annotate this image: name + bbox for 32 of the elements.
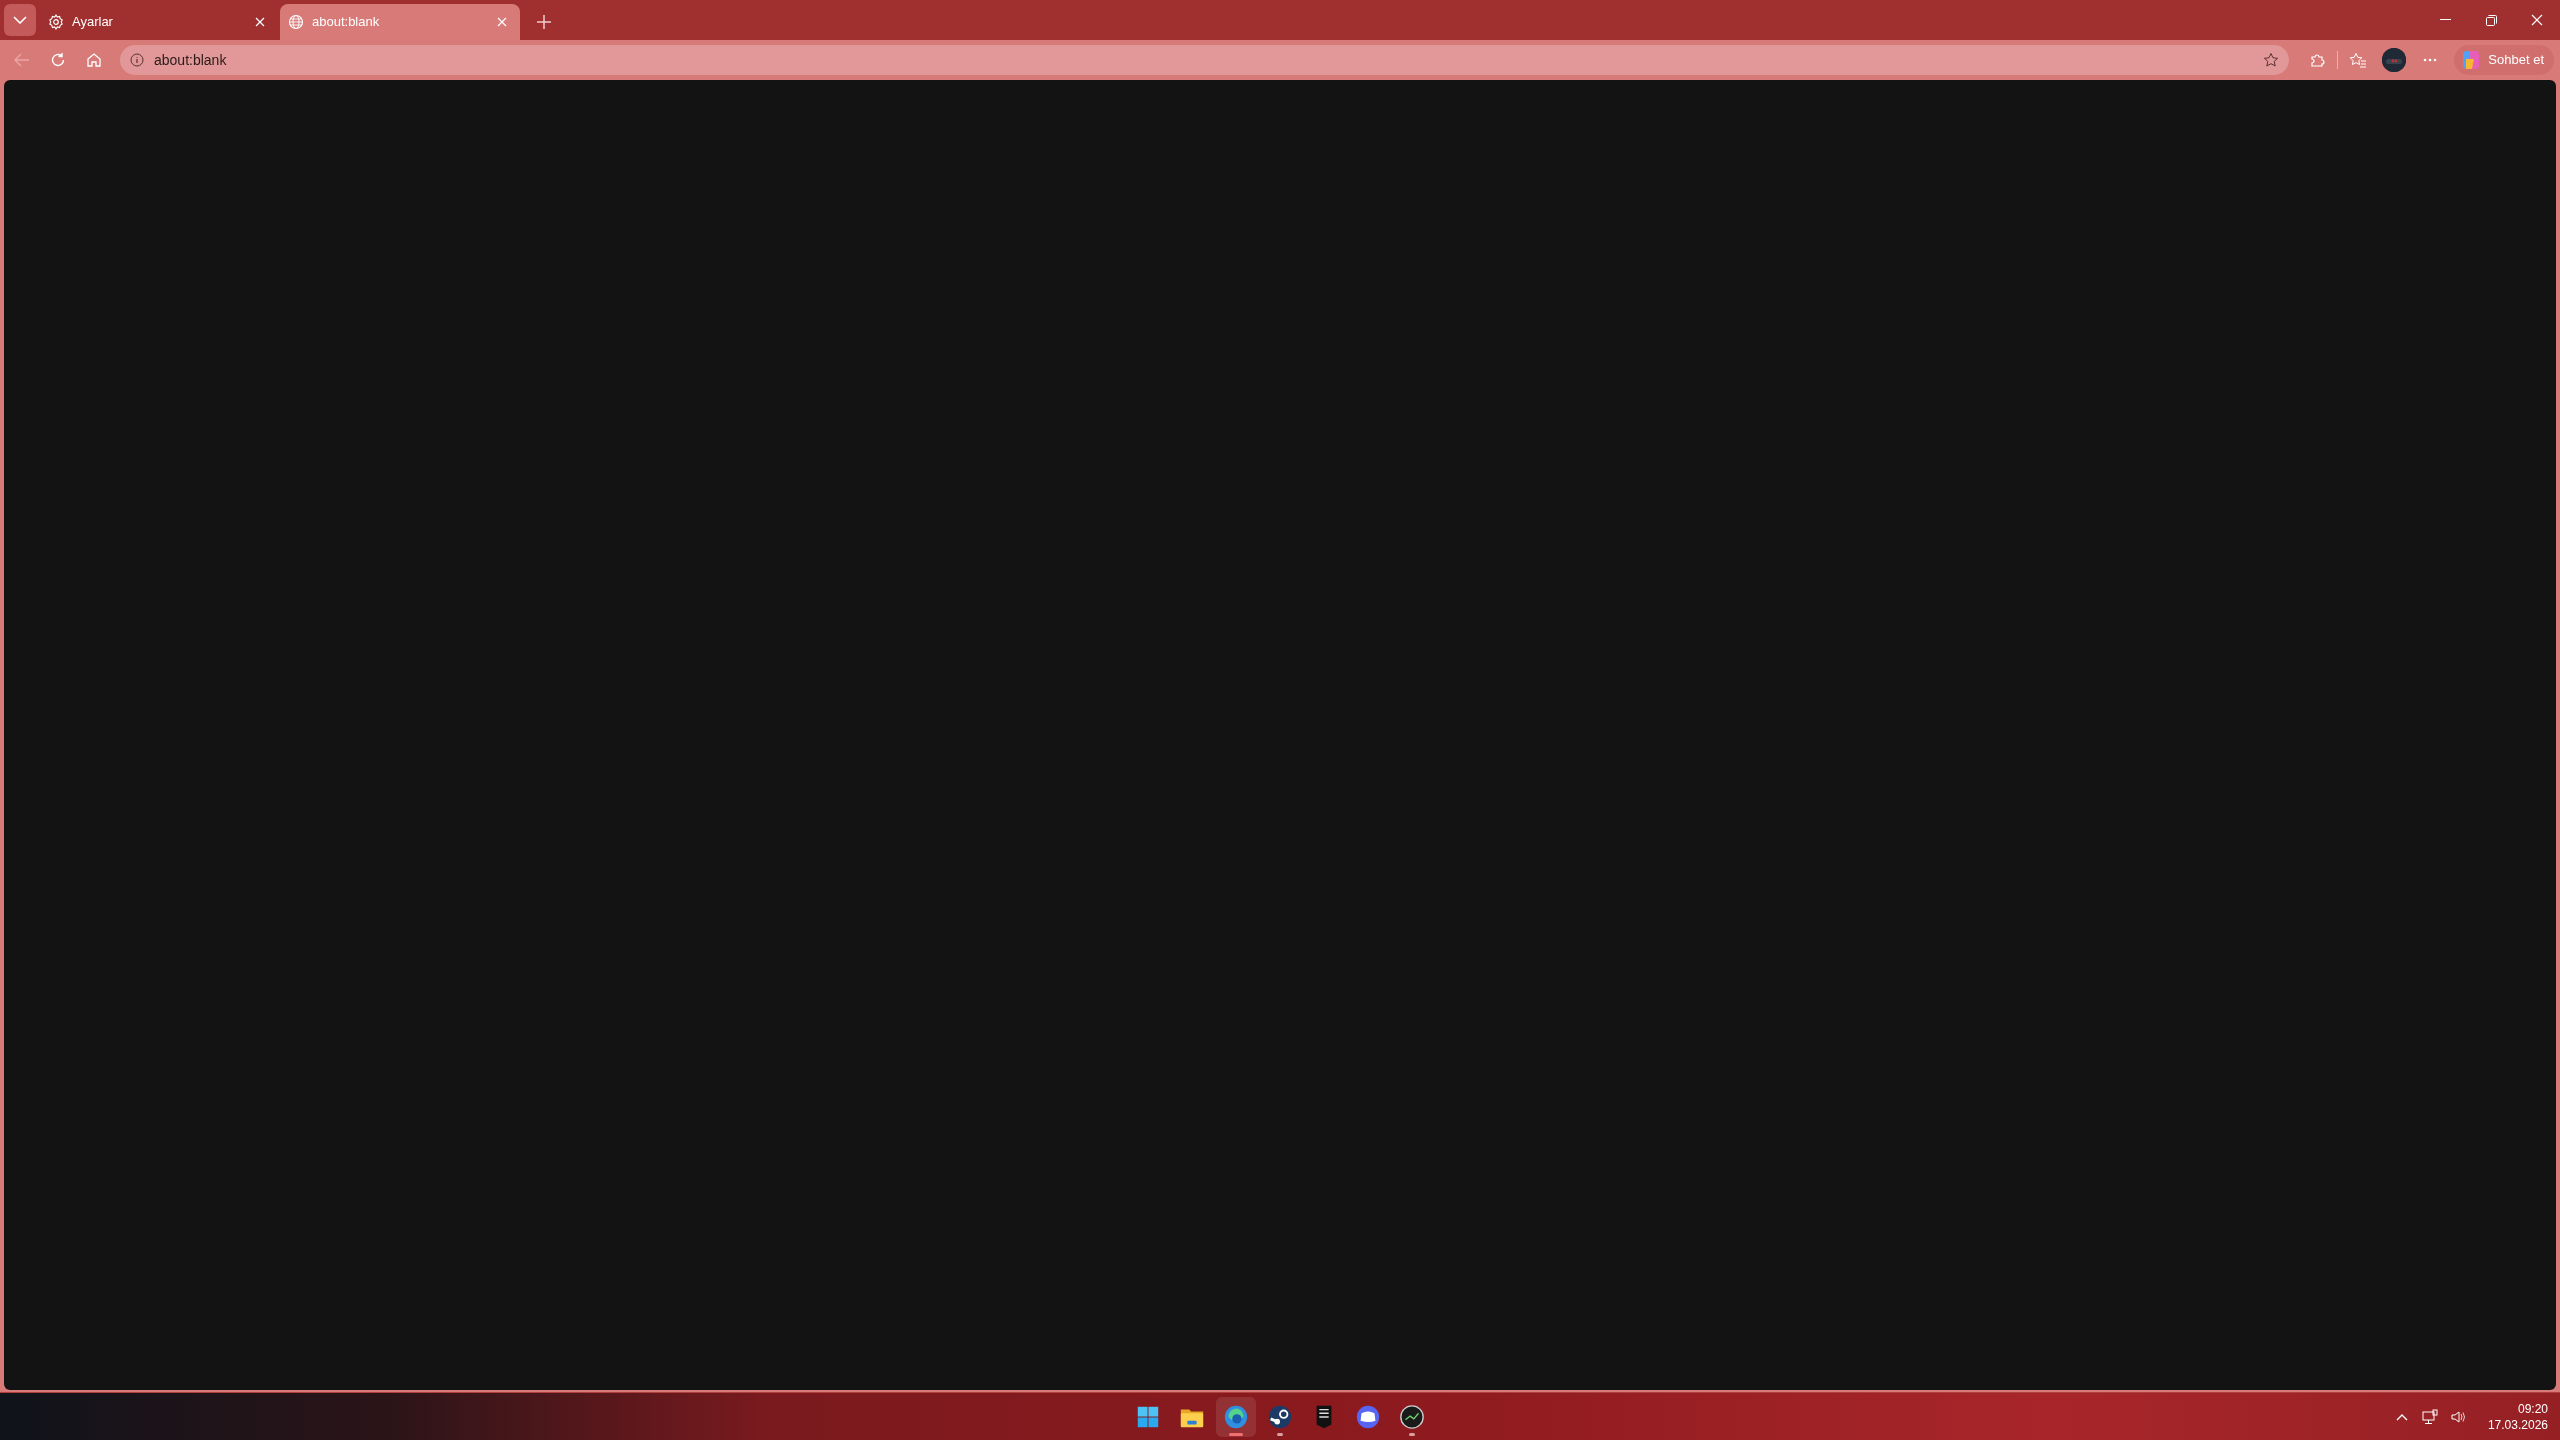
clock-button[interactable]: 09:20 17.03.2026 [2483,1401,2552,1433]
chevron-down-icon [13,16,27,24]
star-list-icon [2349,52,2368,68]
info-icon [130,53,144,67]
minimize-icon [2439,19,2451,21]
dark-circle-icon [1399,1404,1425,1430]
address-bar[interactable]: about:blank [120,45,2290,75]
chevron-up-icon [2395,1413,2408,1421]
tab-title: about:blank [312,13,381,32]
avatar-icon [2382,48,2407,72]
plus-icon [536,14,552,30]
url-input[interactable]: about:blank [154,49,2254,71]
close-icon [2531,14,2543,26]
globe-icon [288,14,304,30]
restore-icon [2485,14,2497,26]
tab-title: Ayarlar [72,13,114,32]
back-arrow-icon [14,53,30,67]
refresh-icon [50,52,66,68]
browser-swirl-icon [1223,1404,1249,1430]
speaker-icon [2449,1409,2466,1425]
puzzle-icon [2309,52,2326,68]
close-icon [255,17,265,27]
home-icon [86,52,102,68]
profile-avatar[interactable] [2382,48,2407,72]
star-icon[interactable] [2263,52,2280,68]
more-icon [2423,58,2438,62]
steam-icon [1267,1404,1293,1430]
close-icon [497,17,507,27]
gear-icon [48,14,64,30]
network-icon [2421,1409,2438,1425]
tab-list-button[interactable] [4,4,36,36]
windows-logo-icon [1135,1404,1161,1430]
